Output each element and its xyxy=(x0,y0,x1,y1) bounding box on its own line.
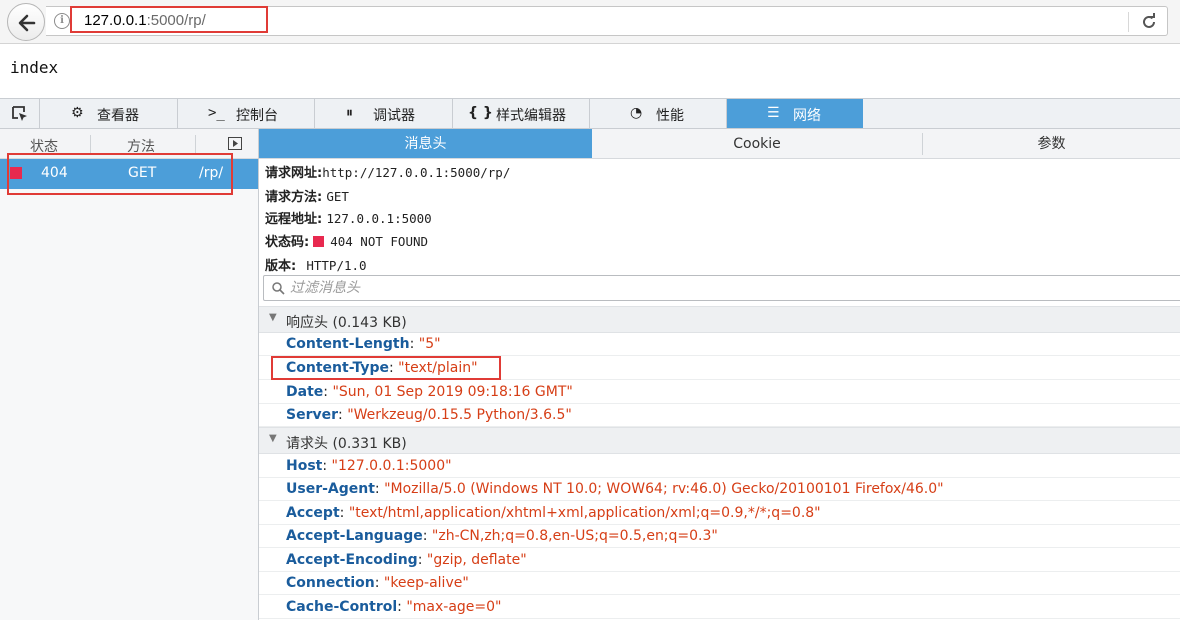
expand-triangle-icon: ▼ xyxy=(269,312,277,323)
request-headers-section[interactable]: ▼ 请求头 (0.331 KB) xyxy=(259,427,1180,454)
summary-method: 请求方法: GET xyxy=(265,186,349,205)
search-icon xyxy=(272,282,285,295)
summary-version-label: 版本: xyxy=(265,259,297,274)
header-value: "gzip, deflate" xyxy=(426,552,527,568)
request-headers-title: 请求头 (0.331 KB) xyxy=(286,436,407,452)
tab-network-label: 网络 xyxy=(793,108,821,124)
tab-performance-label: 性能 xyxy=(656,108,684,124)
header-value: "Werkzeug/0.15.5 Python/3.6.5" xyxy=(347,407,572,423)
url-highlight-box xyxy=(70,6,268,33)
tab-console-label: 控制台 xyxy=(236,108,278,124)
header-name: Connection xyxy=(286,575,375,591)
summary-url-value: http://127.0.0.1:5000/rp/ xyxy=(322,165,511,180)
response-headers-title: 响应头 (0.143 KB) xyxy=(286,315,407,331)
summary-remote: 远程地址: 127.0.0.1:5000 xyxy=(265,208,432,227)
devtools-toolbar: ⚙ 查看器 >_ 控制台 ⏸ 调试器 { } 样式编辑器 ◔ 性能 ☰ 网络 xyxy=(0,98,1180,129)
filter-headers-box[interactable] xyxy=(263,275,1180,301)
tab-style-editor-label: 样式编辑器 xyxy=(496,108,566,124)
request-header-row: User-Agent: "Mozilla/5.0 (Windows NT 10.… xyxy=(259,478,1180,501)
summary-status-label: 状态码: xyxy=(265,235,310,250)
back-button[interactable] xyxy=(7,3,45,41)
braces-icon: { } xyxy=(468,105,493,121)
response-headers-section[interactable]: ▼ 响应头 (0.143 KB) xyxy=(259,306,1180,333)
header-value: "keep-alive" xyxy=(383,575,469,591)
column-toggle-icon[interactable] xyxy=(228,137,242,150)
summary-url: 请求网址:http://127.0.0.1:5000/rp/ xyxy=(265,162,510,181)
summary-status-value: 404 NOT FOUND xyxy=(330,234,429,249)
tab-headers[interactable]: 消息头 xyxy=(259,129,592,158)
expand-triangle-icon: ▼ xyxy=(269,433,277,444)
request-highlight-box xyxy=(7,153,233,195)
request-header-row: Host: "127.0.0.1:5000" xyxy=(259,455,1180,478)
reload-divider xyxy=(1128,12,1129,32)
tab-debugger-label: 调试器 xyxy=(373,108,415,124)
header-name: Date xyxy=(286,384,324,400)
header-value: "zh-CN,zh;q=0.8,en-US;q=0.5,en;q=0.3" xyxy=(431,528,718,544)
gear-icon: ⚙ xyxy=(71,105,84,121)
status-code-indicator xyxy=(313,236,325,247)
tab-cookie[interactable]: Cookie xyxy=(592,129,922,158)
column-divider xyxy=(90,135,91,153)
reload-icon[interactable] xyxy=(1140,13,1158,31)
page-body-text: index xyxy=(10,58,59,77)
response-header-row: Content-Length: "5" xyxy=(259,333,1180,356)
header-name: Accept-Language xyxy=(286,528,423,544)
tab-debugger[interactable]: ⏸ 调试器 xyxy=(315,99,453,128)
header-name: Accept-Encoding xyxy=(286,552,418,568)
header-name: Server xyxy=(286,407,339,423)
tab-network[interactable]: ☰ 网络 xyxy=(727,99,863,128)
header-name: Host xyxy=(286,458,323,474)
tab-style-editor[interactable]: { } 样式编辑器 xyxy=(453,99,590,128)
performance-icon: ◔ xyxy=(630,105,643,121)
header-value: "text/html,application/xhtml+xml,applica… xyxy=(348,505,821,521)
request-header-row: Connection: "keep-alive" xyxy=(259,572,1180,595)
response-header-row: Server: "Werkzeug/0.15.5 Python/3.6.5" xyxy=(259,404,1180,427)
filter-headers-input[interactable] xyxy=(290,279,1170,297)
summary-method-value: GET xyxy=(326,189,349,204)
pause-icon: ⏸ xyxy=(346,105,353,121)
content-type-highlight-box xyxy=(271,356,501,380)
request-list-pane: 状态 方法 404 GET /rp/ xyxy=(0,129,259,620)
header-value: "Mozilla/5.0 (Windows NT 10.0; WOW64; rv… xyxy=(384,481,944,497)
details-tabs: 消息头 Cookie 参数 xyxy=(259,129,1180,159)
network-icon: ☰ xyxy=(767,105,780,121)
console-icon: >_ xyxy=(208,105,225,121)
request-header-row: Accept: "text/html,application/xhtml+xml… xyxy=(259,502,1180,525)
tab-inspector-label: 查看器 xyxy=(97,108,139,124)
info-icon[interactable]: i xyxy=(54,13,70,29)
tab-console[interactable]: >_ 控制台 xyxy=(178,99,315,128)
tab-params[interactable]: 参数 xyxy=(923,129,1180,158)
header-name: Cache-Control xyxy=(286,599,398,615)
summary-version-value: HTTP/1.0 xyxy=(306,258,367,273)
header-value: "5" xyxy=(418,336,441,352)
tab-inspector[interactable]: ⚙ 查看器 xyxy=(41,99,178,128)
element-picker-icon xyxy=(12,106,27,121)
response-header-row: Date: "Sun, 01 Sep 2019 09:18:16 GMT" xyxy=(259,381,1180,404)
header-name: Content-Length xyxy=(286,336,410,352)
request-header-row: Accept-Encoding: "gzip, deflate" xyxy=(259,549,1180,572)
tab-performance[interactable]: ◔ 性能 xyxy=(590,99,727,128)
header-name: Accept xyxy=(286,505,340,521)
element-picker-button[interactable] xyxy=(0,99,40,128)
request-header-row: Accept-Language: "zh-CN,zh;q=0.8,en-US;q… xyxy=(259,525,1180,548)
summary-url-label: 请求网址: xyxy=(265,166,323,181)
header-value: "max-age=0" xyxy=(406,599,502,615)
summary-remote-label: 远程地址: xyxy=(265,212,323,227)
request-header-row: Cache-Control: "max-age=0" xyxy=(259,596,1180,619)
summary-remote-value: 127.0.0.1:5000 xyxy=(326,211,432,226)
header-value: "127.0.0.1:5000" xyxy=(331,458,452,474)
back-arrow-icon xyxy=(18,14,36,32)
header-value: "Sun, 01 Sep 2019 09:18:16 GMT" xyxy=(332,384,573,400)
header-name: User-Agent xyxy=(286,481,375,497)
summary-status: 状态码: 404 NOT FOUND xyxy=(265,231,428,250)
summary-method-label: 请求方法: xyxy=(265,190,323,205)
column-divider xyxy=(195,135,196,153)
summary-version: 版本: HTTP/1.0 xyxy=(265,255,367,274)
